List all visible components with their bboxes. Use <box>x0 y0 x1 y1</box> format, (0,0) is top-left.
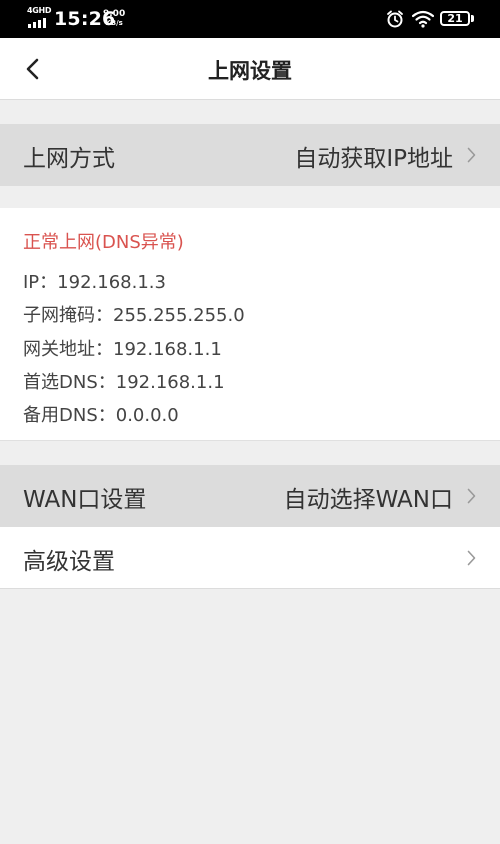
subnet-mask: 子网掩码：255.255.255.0 <box>23 305 245 326</box>
wan-settings-value: 自动选择WAN口 <box>283 487 453 513</box>
network-type: 4GHD <box>27 6 52 15</box>
signal-icon: 4GHD <box>27 6 52 30</box>
chevron-right-icon <box>467 147 476 163</box>
wan-settings-row[interactable]: WAN口设置 自动选择WAN口 <box>0 465 500 527</box>
advanced-settings-row[interactable]: 高级设置 <box>0 527 500 589</box>
primary-dns: 首选DNS：192.168.1.1 <box>23 372 225 393</box>
network-speed: 9.00 KB/s <box>103 10 125 28</box>
connection-mode-row[interactable]: 上网方式 自动获取IP地址 <box>0 124 500 186</box>
wifi-icon <box>412 10 434 28</box>
speed-value: 9.00 <box>103 9 126 19</box>
battery-tip <box>471 15 474 22</box>
chevron-right-icon <box>467 488 476 504</box>
connection-mode-label: 上网方式 <box>23 146 115 172</box>
page-title: 上网设置 <box>208 59 292 83</box>
secondary-dns: 备用DNS：0.0.0.0 <box>23 405 179 426</box>
connection-status: 正常上网(DNS异常) <box>23 232 184 253</box>
wan-settings-label: WAN口设置 <box>23 487 147 513</box>
status-bar: 4GHD 15:26 9.00 KB/s 21 <box>0 0 500 38</box>
chevron-right-icon <box>467 550 476 566</box>
gateway-address: 网关地址：192.168.1.1 <box>23 339 222 360</box>
battery-icon: 21 <box>440 11 470 26</box>
advanced-settings-label: 高级设置 <box>23 549 115 575</box>
speed-unit: KB/s <box>105 19 123 27</box>
ip-address: IP：192.168.1.3 <box>23 272 166 293</box>
connection-info-panel: 正常上网(DNS异常) IP：192.168.1.3 子网掩码：255.255.… <box>0 208 500 441</box>
battery-level: 21 <box>447 12 463 25</box>
app-header: 上网设置 <box>0 38 500 100</box>
alarm-icon <box>387 10 403 28</box>
connection-mode-value: 自动获取IP地址 <box>294 146 453 172</box>
